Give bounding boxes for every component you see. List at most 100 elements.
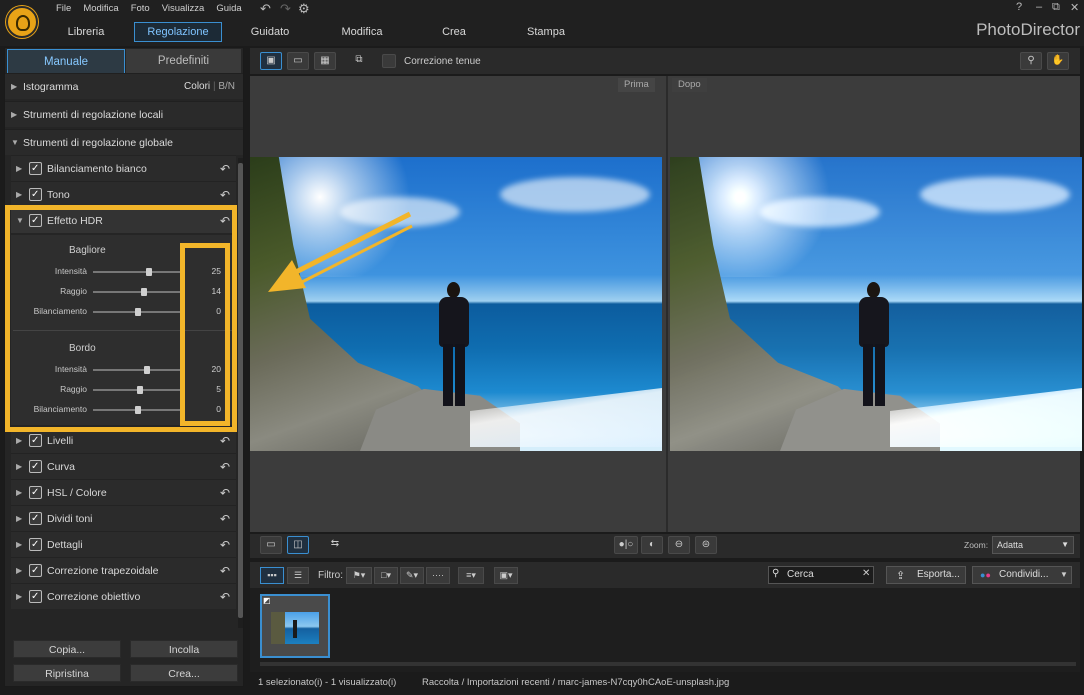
- split-mode-icon[interactable]: ◐: [641, 536, 663, 554]
- clear-search-icon[interactable]: ✕: [862, 568, 870, 579]
- after-label: Dopo: [672, 78, 707, 92]
- enable-checkbox[interactable]: [29, 584, 42, 610]
- photo-before[interactable]: [250, 157, 662, 451]
- search-input[interactable]: Cerca: [768, 566, 874, 584]
- chevron-down-icon: ▼: [11, 138, 19, 147]
- reset-icon[interactable]: ↶: [220, 558, 230, 584]
- app-logo-icon: [6, 6, 38, 38]
- tool-row[interactable]: ▶ Dividi toni ↶: [11, 505, 236, 532]
- undo-icon[interactable]: ↶: [260, 2, 271, 16]
- single-view-icon[interactable]: ▭: [287, 52, 309, 70]
- photo-after[interactable]: [670, 157, 1082, 451]
- compare-mode-icon[interactable]: ●|○: [614, 536, 638, 554]
- menu-bar: File Modifica Foto Visualizza Guida: [50, 2, 248, 16]
- minimize-icon[interactable]: –: [1036, 1, 1042, 13]
- split-layout-icon[interactable]: ◫: [287, 536, 309, 554]
- help-icon[interactable]: ?: [1016, 1, 1022, 13]
- soft-correction-checkbox[interactable]: [382, 54, 396, 68]
- sort-icon[interactable]: ≡▾: [458, 567, 484, 584]
- tab-presets[interactable]: Predefiniti: [126, 49, 241, 73]
- edit-filter-icon[interactable]: ✎▾: [400, 567, 424, 584]
- list-view-icon[interactable]: ☰: [287, 567, 309, 584]
- edited-badge-icon: ◩: [263, 596, 271, 605]
- tool-white-balance[interactable]: ▶ Bilanciamento bianco ↶: [11, 155, 236, 182]
- app-window: File Modifica Foto Visualizza Guida ↶ ↷ …: [0, 0, 1084, 695]
- tool-row[interactable]: ▶ Correzione trapezoidale ↶: [11, 557, 236, 584]
- menu-photo[interactable]: Foto: [125, 2, 156, 16]
- local-tools-section[interactable]: ▶ Strumenti di regolazione locali: [5, 101, 243, 127]
- compare-view-icon[interactable]: ▣: [260, 52, 282, 70]
- flag-filter-icon[interactable]: ⚑▾: [346, 567, 372, 584]
- enable-checkbox[interactable]: [29, 480, 42, 506]
- color-label-filter-icon[interactable]: □▾: [374, 567, 398, 584]
- compare-splitter[interactable]: [666, 76, 668, 532]
- tool-row[interactable]: ▶ HSL / Colore ↶: [11, 479, 236, 506]
- menu-view[interactable]: Visualizza: [156, 2, 211, 16]
- pan-hand-icon[interactable]: ✋: [1047, 52, 1069, 70]
- copy-button[interactable]: Copia...: [13, 640, 121, 658]
- compare-view: Prima Dopo: [250, 76, 1082, 532]
- menu-help[interactable]: Guida: [210, 2, 247, 16]
- photo-thumbnail[interactable]: ◩: [260, 594, 330, 658]
- menu-edit[interactable]: Modifica: [77, 2, 124, 16]
- enable-checkbox[interactable]: [29, 182, 42, 208]
- single-layout-icon[interactable]: ▭: [260, 536, 282, 554]
- more-filter-icon[interactable]: ····: [426, 567, 450, 584]
- filmstrip-view-icon[interactable]: ▪▪▪: [260, 567, 284, 584]
- swap-icon[interactable]: ⇆: [324, 536, 346, 554]
- grid-view-icon[interactable]: ▦: [314, 52, 336, 70]
- vertical-split-icon[interactable]: ⊖: [668, 536, 690, 554]
- reset-icon[interactable]: ↶: [220, 584, 230, 610]
- stack-icon[interactable]: ▣▾: [494, 567, 518, 584]
- menu-file[interactable]: File: [50, 2, 77, 16]
- global-tools-section[interactable]: ▼ Strumenti di regolazione globale: [5, 129, 243, 155]
- close-icon[interactable]: ✕: [1070, 1, 1079, 14]
- reset-icon[interactable]: ↶: [220, 506, 230, 532]
- tab-edit[interactable]: Modifica: [326, 22, 398, 42]
- horizontal-split-icon[interactable]: ⊜: [695, 536, 717, 554]
- tool-tone[interactable]: ▶ Tono ↶: [11, 181, 236, 208]
- enable-checkbox[interactable]: [29, 532, 42, 558]
- tool-row[interactable]: ▶ Correzione obiettivo ↶: [11, 583, 236, 610]
- restore-icon[interactable]: ⧉: [1052, 1, 1060, 14]
- rotate-view-icon[interactable]: ⧉: [348, 52, 370, 70]
- enable-checkbox[interactable]: [29, 428, 42, 454]
- tab-print[interactable]: Stampa: [510, 22, 582, 42]
- tab-create[interactable]: Crea: [418, 22, 490, 42]
- panel-scrollbar-thumb[interactable]: [238, 163, 243, 618]
- tab-guided[interactable]: Guidato: [234, 22, 306, 42]
- reset-button[interactable]: Ripristina: [13, 664, 121, 682]
- tool-label: Bilanciamento bianco: [47, 163, 147, 175]
- hist-colors-toggle[interactable]: Colori: [184, 81, 210, 92]
- thumbnail-image: [271, 612, 319, 644]
- reset-icon[interactable]: ↶: [220, 532, 230, 558]
- zoom-select[interactable]: Adatta: [992, 536, 1074, 554]
- local-tools-label: Strumenti di regolazione locali: [23, 109, 164, 121]
- tab-adjustment[interactable]: Regolazione: [134, 22, 222, 42]
- histogram-label: Istogramma: [23, 81, 79, 93]
- reset-icon[interactable]: ↶: [220, 454, 230, 480]
- redo-icon[interactable]: ↷: [280, 2, 291, 16]
- settings-gear-icon[interactable]: ⚙: [298, 2, 310, 16]
- filmstrip-scrollbar[interactable]: [260, 662, 1076, 666]
- tab-library[interactable]: Libreria: [50, 22, 122, 42]
- share-dropdown-icon[interactable]: ▼: [1060, 570, 1068, 579]
- enable-checkbox[interactable]: [29, 558, 42, 584]
- reset-icon[interactable]: ↶: [220, 156, 230, 182]
- hist-bw-toggle[interactable]: B/N: [218, 81, 235, 92]
- tool-label: Curva: [47, 461, 76, 473]
- enable-checkbox[interactable]: [29, 156, 42, 182]
- tool-row[interactable]: ▶ Dettagli ↶: [11, 531, 236, 558]
- reset-icon[interactable]: ↶: [220, 480, 230, 506]
- zoom-search-icon[interactable]: ⚲: [1020, 52, 1042, 70]
- soft-correction-label: Correzione tenue: [404, 56, 481, 67]
- create-preset-button[interactable]: Crea...: [130, 664, 238, 682]
- tab-manual[interactable]: Manuale: [7, 49, 125, 73]
- paste-button[interactable]: Incolla: [130, 640, 238, 658]
- histogram-section[interactable]: ▶ Istogramma Colori | B/N: [5, 73, 243, 99]
- enable-checkbox[interactable]: [29, 506, 42, 532]
- tool-label: Correzione obiettivo: [47, 591, 141, 603]
- tool-row[interactable]: ▶ Curva ↶: [11, 453, 236, 480]
- filmstrip-toolbar: ▪▪▪ ☰ Filtro: ⚑▾ □▾ ✎▾ ···· ≡▾ ▣▾ Cerca …: [250, 562, 1080, 588]
- enable-checkbox[interactable]: [29, 454, 42, 480]
